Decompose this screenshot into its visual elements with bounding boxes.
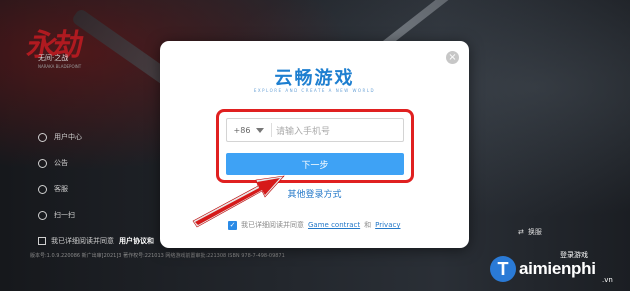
- user-icon: [38, 132, 47, 142]
- brand-title: 云畅游戏: [274, 68, 355, 89]
- terms-and: 和: [364, 221, 372, 229]
- terms-row: ✓ 我已详细阅读并同意 Game contract 和 Privacy: [228, 220, 401, 230]
- switch-icon: ⇄: [518, 228, 524, 236]
- terms-prefix: 我已详细阅读并同意: [241, 221, 304, 229]
- terms-checkbox[interactable]: ✓: [228, 220, 237, 230]
- background-agreement: 我已详细阅读并同意 用户协议和: [38, 236, 154, 246]
- watermark-logo-icon: T: [490, 256, 516, 282]
- sidebar-item-label: 客服: [54, 185, 68, 193]
- game-logo: 永劫 无间·之战 NARAKA BLADEPOINT: [24, 20, 93, 75]
- agreement-checkbox[interactable]: [38, 237, 46, 245]
- switch-label: 换服: [527, 228, 542, 236]
- close-icon[interactable]: ×: [446, 51, 459, 64]
- sidebar-item-notice[interactable]: 公告: [38, 158, 68, 168]
- taimienphi-watermark: T aimienphi .vn: [490, 256, 613, 284]
- sidebar-item-support[interactable]: 客服: [38, 184, 68, 194]
- highlight-box: [216, 109, 414, 183]
- footer-legal-text: 版本号:1.0.9.220086 新广出审[2021]3 著作权号:221013…: [30, 253, 285, 259]
- login-dialog: × 云畅游戏 EXPLORE AND CREATE A NEW WORLD +8…: [160, 41, 469, 248]
- sidebar-item-label: 用户中心: [54, 133, 82, 141]
- sidebar-item-label: 公告: [54, 159, 68, 167]
- logo-tiny-text: NARAKA BLADEPOINT: [38, 64, 82, 69]
- scan-icon: [38, 210, 47, 220]
- sidebar-item-label: 扫一扫: [54, 211, 75, 219]
- brand-tagline: EXPLORE AND CREATE A NEW WORLD: [253, 88, 376, 93]
- watermark-suffix: .vn: [602, 276, 613, 284]
- sidebar-item-scan[interactable]: 扫一扫: [38, 210, 75, 220]
- game-contract-link[interactable]: Game contract: [308, 221, 360, 229]
- privacy-link[interactable]: Privacy: [375, 221, 400, 229]
- switch-server-button[interactable]: ⇄ 换服: [518, 227, 542, 237]
- watermark-text: aimienphi: [519, 259, 596, 278]
- notice-icon: [38, 158, 47, 168]
- other-login-link[interactable]: 其他登录方式: [160, 187, 469, 200]
- agreement-text: 我已详细阅读并同意: [51, 237, 114, 245]
- logo-subtitle: 无间·之战: [38, 54, 69, 62]
- sidebar-item-user-center[interactable]: 用户中心: [38, 132, 82, 142]
- support-icon: [38, 184, 47, 194]
- agreement-link[interactable]: 用户协议和: [119, 236, 154, 246]
